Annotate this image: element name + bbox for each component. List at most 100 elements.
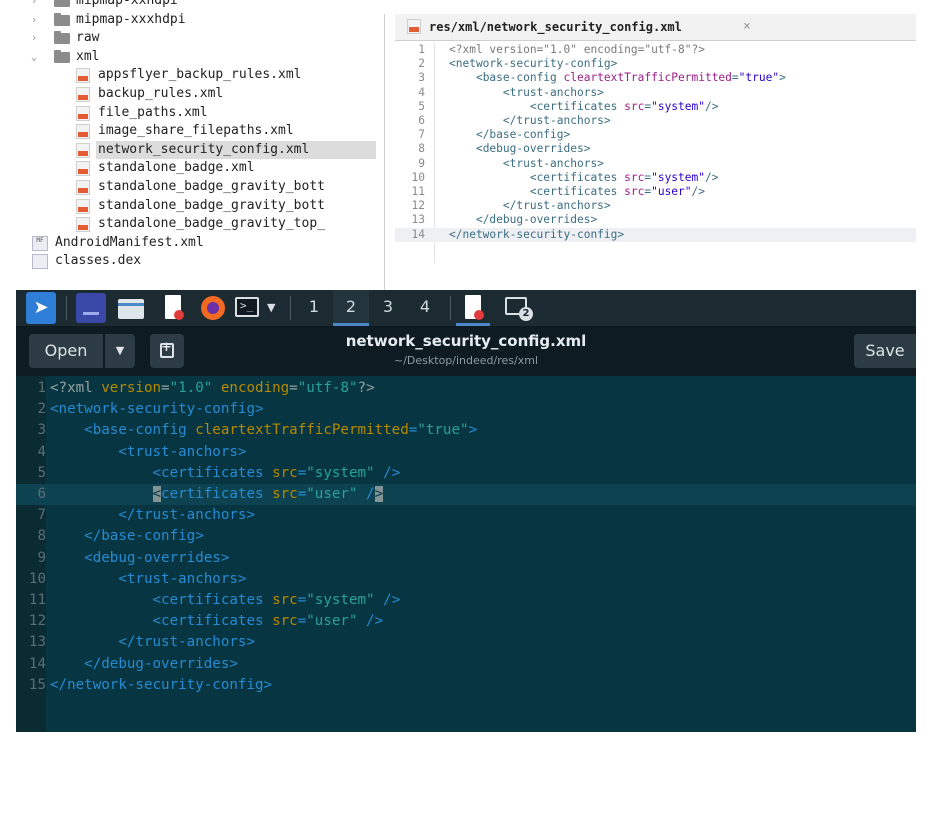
tree-item[interactable]: appsflyer_backup_rules.xml [18, 66, 378, 84]
code-line[interactable]: 7 </base-config> [395, 128, 916, 142]
chevron-right-icon[interactable]: › [28, 29, 40, 47]
workspace-2[interactable]: 2 [333, 290, 369, 326]
code-line[interactable]: 3 <base-config cleartextTrafficPermitted… [16, 420, 916, 441]
code-line[interactable]: 7 </trust-anchors> [16, 505, 916, 526]
code-line[interactable]: 6 <certificates src="user" /> [16, 484, 916, 506]
line-number: 7 [37, 507, 46, 524]
text-editor-icon[interactable] [161, 293, 187, 323]
code-line[interactable]: 14 </network-security-config> [395, 227, 916, 242]
workspace-3[interactable]: 3 [370, 290, 406, 326]
tree-item[interactable]: network_security_config.xml [76, 140, 376, 159]
line-number: 11 [28, 592, 46, 608]
tree-item[interactable]: standalone_badge_gravity_top_ [18, 215, 378, 233]
workspace-4[interactable]: 4 [407, 290, 443, 326]
tree-item[interactable]: classes.dex [18, 252, 378, 270]
tree-item[interactable]: › mipmap-xxxhdpi [18, 11, 378, 29]
chevron-down-icon[interactable]: ▼ [267, 293, 275, 323]
kali-dragon-icon[interactable]: ➤ [26, 292, 56, 324]
task-text-editor-icon[interactable] [461, 293, 487, 323]
code-line[interactable]: 13 </debug-overrides> [395, 213, 916, 227]
code-token: /> [704, 99, 719, 113]
line-number: 2 [418, 57, 425, 71]
tree-item[interactable]: MF AndroidManifest.xml [18, 234, 378, 252]
line-number: 3 [418, 71, 425, 85]
code-line[interactable]: 2 <network-security-config> [395, 57, 916, 71]
code-text: </trust-anchors> [449, 199, 611, 213]
code-token: = [297, 613, 307, 630]
chevron-down-icon[interactable]: ⌄ [28, 48, 40, 66]
code-line[interactable]: 8 </base-config> [16, 526, 916, 547]
line-number: 15 [28, 676, 46, 693]
code-line[interactable]: 5 <certificates src="system"/> [395, 100, 916, 114]
code-line[interactable]: 6 </trust-anchors> [395, 114, 916, 128]
task-terminal-icon[interactable]: 2 [504, 293, 538, 323]
terminal-app-icon[interactable] [76, 293, 106, 323]
tree-item[interactable]: backup_rules.xml [18, 85, 378, 103]
code-token: <?xml [50, 380, 102, 396]
code-line[interactable]: 14 </debug-overrides> [16, 654, 916, 675]
tree-item[interactable]: ⌄ xml [18, 48, 378, 66]
code-text: </trust-anchors> [449, 114, 611, 128]
line-number: 4 [37, 443, 46, 460]
code-token: /> [374, 464, 401, 481]
tree-item[interactable]: standalone_badge.xml [18, 159, 378, 177]
code-line[interactable]: 11 <certificates src="system" /> [16, 590, 916, 611]
line-number: 14 [411, 227, 425, 241]
code-line[interactable]: 9 <trust-anchors> [395, 157, 916, 171]
tree-item[interactable]: standalone_badge_gravity_bott [18, 197, 378, 215]
code-token: </trust-anchors> [502, 199, 611, 213]
kali-desktop: ➤ >_ ▼ 1 2 3 4 2 Open ▼ network_security… [16, 290, 916, 817]
tree-item[interactable]: standalone_badge_gravity_bott [18, 178, 378, 196]
code-line[interactable]: 9 <debug-overrides> [16, 548, 916, 569]
code-line[interactable]: 1 <?xml version="1.0" encoding="utf-8"?> [395, 43, 916, 57]
close-icon[interactable]: × [743, 14, 751, 40]
terminal-count-badge: 2 [519, 307, 533, 321]
line-number: 2 [37, 401, 46, 418]
tree-item[interactable]: file_paths.xml [18, 104, 378, 122]
pane-divider[interactable] [384, 14, 385, 290]
tree-item[interactable]: image_share_filepaths.xml [18, 122, 378, 140]
code-token: </trust-anchors> [118, 634, 256, 651]
code-line[interactable]: 10 <certificates src="system"/> [395, 171, 916, 185]
code-line[interactable]: 12 </trust-anchors> [395, 199, 916, 213]
line-number: 9 [37, 549, 46, 566]
code-line[interactable]: 4 <trust-anchors> [16, 442, 916, 463]
code-token: "system" [306, 592, 375, 608]
chevron-right-icon[interactable]: › [28, 11, 40, 29]
firefox-icon[interactable] [198, 293, 228, 323]
code-line[interactable]: 2 <network-security-config> [16, 399, 916, 420]
terminal-icon[interactable]: >_ [234, 293, 260, 323]
code-line[interactable]: 5 <certificates src="system" /> [16, 463, 916, 484]
code-token: "1.0" [169, 380, 213, 396]
dex-file-icon [32, 254, 48, 270]
code-line[interactable]: 11 <certificates src="user"/> [395, 185, 916, 199]
xml-file-icon [76, 180, 90, 195]
code-token: "system" [651, 99, 705, 113]
tree-item[interactable]: › raw [18, 29, 378, 47]
code-line[interactable]: 1 <?xml version="1.0" encoding="utf-8"?> [16, 378, 916, 399]
code-line[interactable]: 12 <certificates src="user" /> [16, 611, 916, 632]
code-line[interactable]: 8 <debug-overrides> [395, 142, 916, 156]
line-number: 8 [37, 528, 46, 545]
save-button[interactable]: Save [854, 334, 916, 368]
code-line[interactable]: 10 <trust-anchors> [16, 569, 916, 590]
code-line[interactable]: 3 <base-config cleartextTrafficPermitted… [395, 71, 916, 85]
chevron-right-icon[interactable]: › [28, 0, 40, 10]
code-line[interactable]: 13 </trust-anchors> [16, 632, 916, 653]
code-text: </base-config> [50, 526, 204, 547]
matched-bracket: < [152, 486, 162, 502]
editor-header-bar: Open ▼ network_security_config.xml ~/Des… [16, 326, 916, 376]
tree-item[interactable]: › mipmap-xxhdpi [18, 0, 378, 10]
code-line[interactable]: 15 </network-security-config> [16, 675, 916, 696]
file-manager-icon[interactable] [116, 293, 146, 323]
code-token: src [272, 592, 298, 608]
code-line[interactable]: 4 <trust-anchors> [395, 86, 916, 100]
workspace-1[interactable]: 1 [296, 290, 332, 326]
code-text: <network-security-config> [50, 399, 264, 420]
